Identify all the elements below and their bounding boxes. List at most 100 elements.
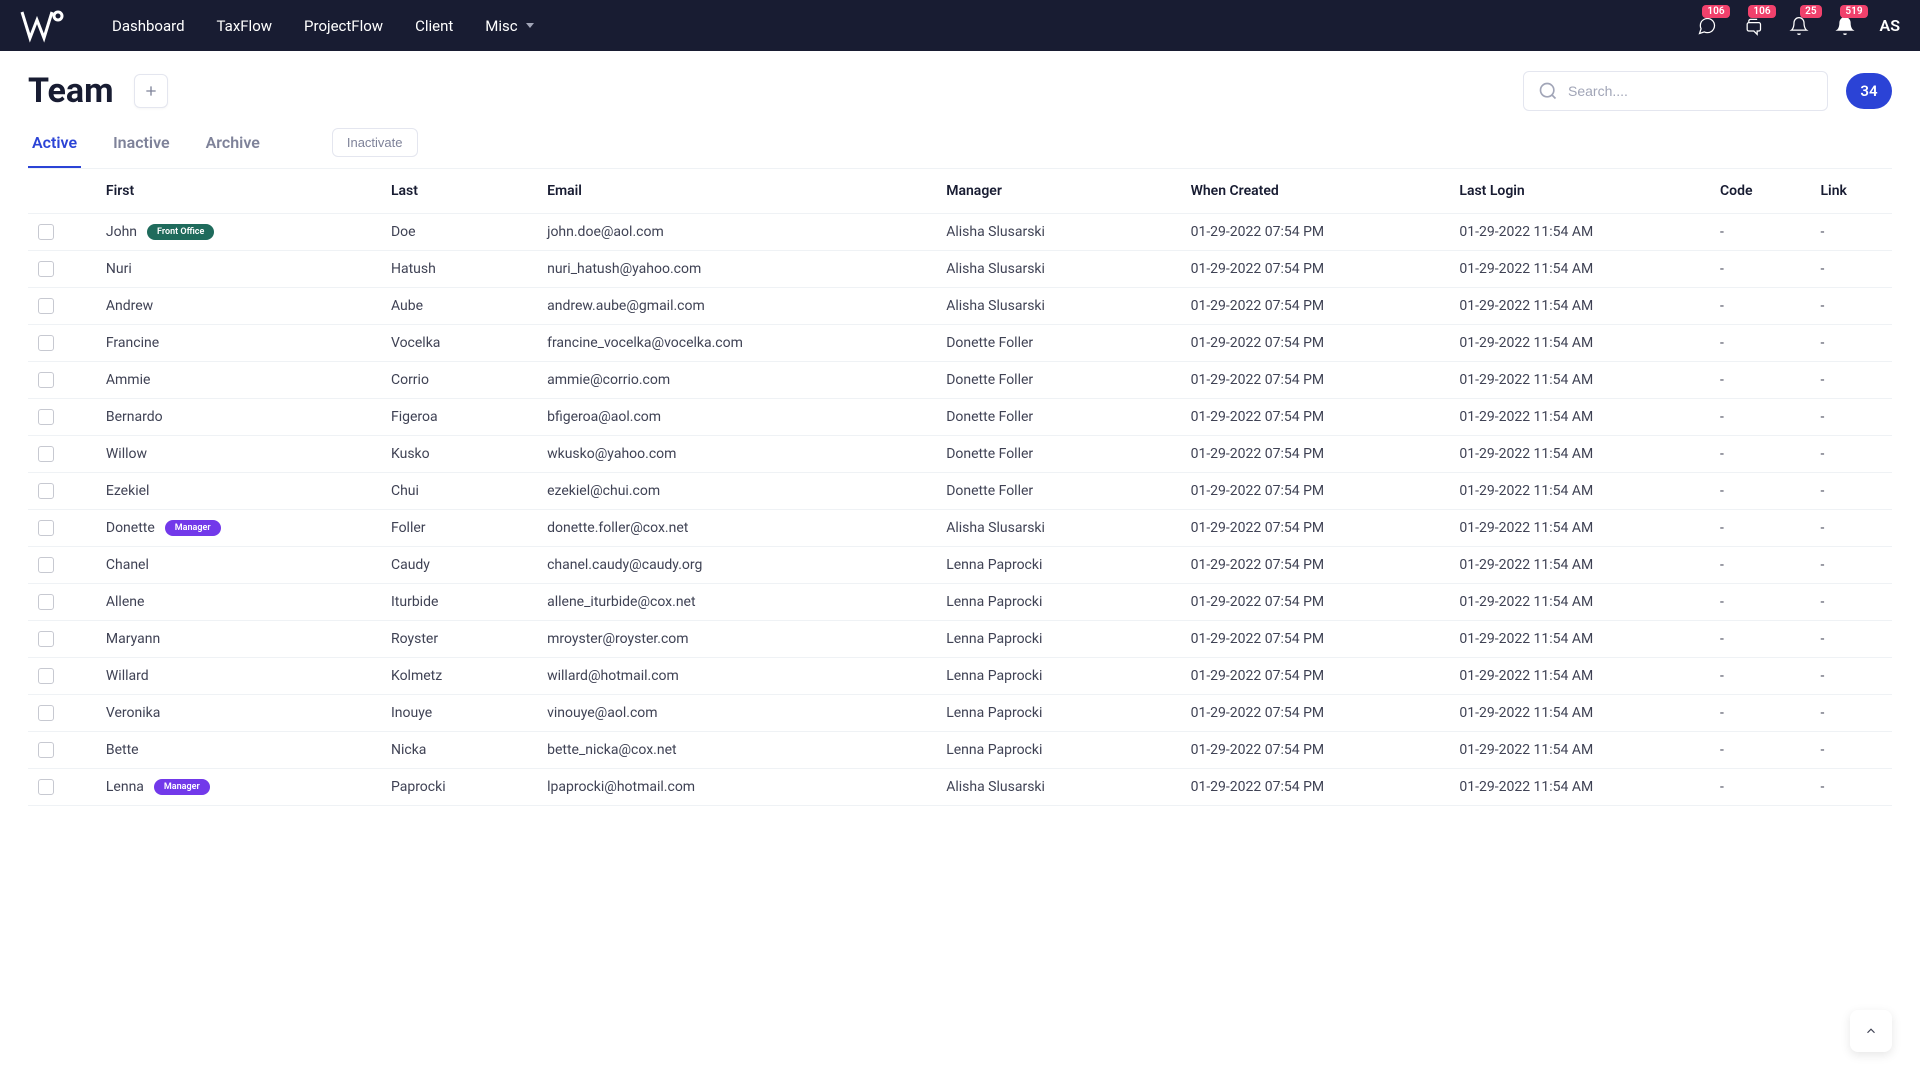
tab-inactive[interactable]: Inactive [109,123,174,168]
cell-code: - [1710,436,1810,473]
cell-login: 01-29-2022 11:54 AM [1449,362,1710,399]
cell-first: Veronika [106,705,160,721]
cell-login: 01-29-2022 11:54 AM [1449,251,1710,288]
table-row[interactable]: DonetteManager Foller donette.foller@cox… [28,510,1892,547]
table-row[interactable]: LennaManager Paprocki lpaprocki@hotmail.… [28,769,1892,806]
chat2-notifications[interactable]: 106 [1742,15,1764,37]
row-checkbox[interactable] [38,520,54,536]
cell-code: - [1710,362,1810,399]
cell-last: Kolmetz [381,658,537,695]
page-title: Team [28,71,114,111]
app-header: Dashboard TaxFlow ProjectFlow Client Mis… [0,0,1920,51]
col-last[interactable]: Last [381,169,537,214]
bell1-notifications[interactable]: 25 [1788,15,1810,37]
row-checkbox[interactable] [38,483,54,499]
cell-manager: Alisha Slusarski [936,288,1180,325]
table-row[interactable]: Willard Kolmetz willard@hotmail.com Lenn… [28,658,1892,695]
row-checkbox[interactable] [38,705,54,721]
chat-notifications[interactable]: 106 [1696,15,1718,37]
cell-last: Iturbide [381,584,537,621]
row-checkbox[interactable] [38,557,54,573]
cell-email: willard@hotmail.com [537,658,936,695]
nav-taxflow[interactable]: TaxFlow [203,9,287,43]
cell-manager: Lenna Paprocki [936,621,1180,658]
cell-login: 01-29-2022 11:54 AM [1449,769,1710,806]
cell-created: 01-29-2022 07:54 PM [1181,288,1450,325]
table-row[interactable]: Maryann Royster mroyster@royster.com Len… [28,621,1892,658]
cell-created: 01-29-2022 07:54 PM [1181,251,1450,288]
col-code[interactable]: Code [1710,169,1810,214]
cell-first: John [106,224,137,240]
table-row[interactable]: Allene Iturbide allene_iturbide@cox.net … [28,584,1892,621]
add-team-button[interactable] [134,74,168,108]
tab-archive[interactable]: Archive [202,123,264,168]
col-email[interactable]: Email [537,169,936,214]
cell-manager: Alisha Slusarski [936,214,1180,251]
bell-icon [1788,15,1810,37]
nav-client[interactable]: Client [401,9,467,43]
cell-code: - [1710,732,1810,769]
col-manager[interactable]: Manager [936,169,1180,214]
cell-email: andrew.aube@gmail.com [537,288,936,325]
row-checkbox[interactable] [38,742,54,758]
table-row[interactable]: JohnFront Office Doe john.doe@aol.com Al… [28,214,1892,251]
tab-active[interactable]: Active [28,123,81,168]
avatar[interactable]: AS [1880,16,1900,35]
col-last-login[interactable]: Last Login [1449,169,1710,214]
row-checkbox[interactable] [38,409,54,425]
table-row[interactable]: Andrew Aube andrew.aube@gmail.com Alisha… [28,288,1892,325]
row-checkbox[interactable] [38,779,54,795]
nav-dashboard[interactable]: Dashboard [98,9,199,43]
row-checkbox[interactable] [38,261,54,277]
table-row[interactable]: Nuri Hatush nuri_hatush@yahoo.com Alisha… [28,251,1892,288]
cell-first: Willow [106,446,147,462]
table-row[interactable]: Bernardo Figeroa bfigeroa@aol.com Donett… [28,399,1892,436]
cell-link: - [1810,695,1892,732]
cell-first: Bette [106,742,139,758]
table-row[interactable]: Ammie Corrio ammie@corrio.com Donette Fo… [28,362,1892,399]
nav-misc[interactable]: Misc [471,9,547,43]
table-row[interactable]: Francine Vocelka francine_vocelka@vocelk… [28,325,1892,362]
cell-email: francine_vocelka@vocelka.com [537,325,936,362]
row-checkbox[interactable] [38,372,54,388]
row-checkbox[interactable] [38,594,54,610]
cell-manager: Lenna Paprocki [936,658,1180,695]
cell-created: 01-29-2022 07:54 PM [1181,399,1450,436]
table-row[interactable]: Ezekiel Chui ezekiel@chui.com Donette Fo… [28,473,1892,510]
chevron-down-icon [526,23,534,28]
row-checkbox[interactable] [38,446,54,462]
nav-projectflow[interactable]: ProjectFlow [290,9,397,43]
col-when-created[interactable]: When Created [1181,169,1450,214]
col-first[interactable]: First [96,169,381,214]
inactivate-button[interactable]: Inactivate [332,128,418,157]
search-input[interactable] [1558,83,1813,99]
table-row[interactable]: Bette Nicka bette_nicka@cox.net Lenna Pa… [28,732,1892,769]
cell-first: Donette [106,520,155,536]
row-checkbox[interactable] [38,224,54,240]
scroll-to-top-button[interactable] [1850,1010,1892,1052]
col-checkbox [28,169,96,214]
cell-login: 01-29-2022 11:54 AM [1449,325,1710,362]
cell-last: Corrio [381,362,537,399]
cell-created: 01-29-2022 07:54 PM [1181,214,1450,251]
table-row[interactable]: Willow Kusko wkusko@yahoo.com Donette Fo… [28,436,1892,473]
row-checkbox[interactable] [38,631,54,647]
cell-manager: Donette Foller [936,325,1180,362]
plus-icon [143,83,159,99]
col-link[interactable]: Link [1810,169,1892,214]
cell-login: 01-29-2022 11:54 AM [1449,214,1710,251]
row-checkbox[interactable] [38,335,54,351]
logo[interactable] [20,6,66,46]
cell-manager: Donette Foller [936,436,1180,473]
cell-last: Hatush [381,251,537,288]
cell-created: 01-29-2022 07:54 PM [1181,769,1450,806]
table-row[interactable]: Veronika Inouye vinouye@aol.com Lenna Pa… [28,695,1892,732]
table-row[interactable]: Chanel Caudy chanel.caudy@caudy.org Lenn… [28,547,1892,584]
cell-manager: Donette Foller [936,362,1180,399]
row-checkbox[interactable] [38,668,54,684]
main-nav: Dashboard TaxFlow ProjectFlow Client Mis… [98,9,548,43]
cell-last: Aube [381,288,537,325]
row-checkbox[interactable] [38,298,54,314]
cell-last: Vocelka [381,325,537,362]
bell2-notifications[interactable]: 519 [1834,15,1856,37]
